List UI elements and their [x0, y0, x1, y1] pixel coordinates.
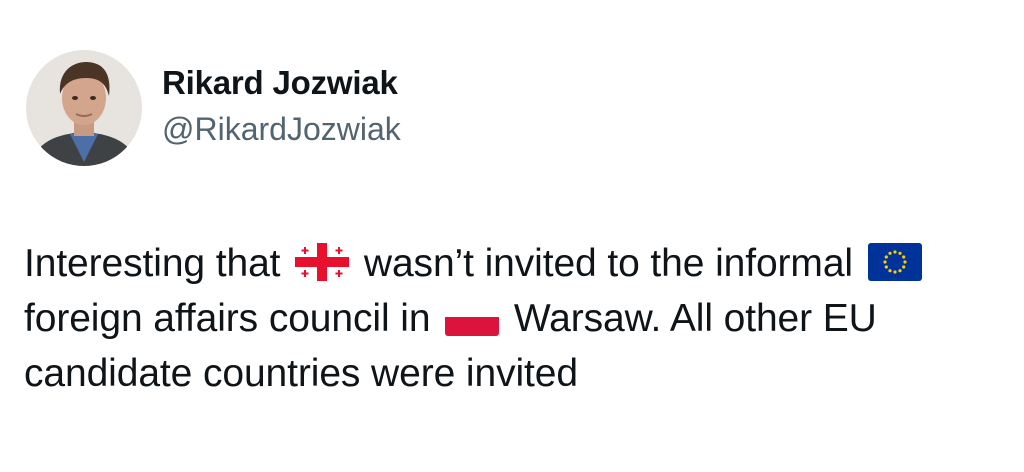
eu-flag-icon [867, 243, 922, 281]
poland-flag-icon [445, 298, 500, 336]
tweet-text-segment: wasn’t invited to the informal [363, 242, 853, 285]
tweet-text: Interesting that wasn’t invited to the i… [24, 236, 1014, 401]
author-handle[interactable]: @RikardJozwiak [162, 109, 401, 149]
tweet-text-segment: Interesting that [24, 242, 281, 285]
author-display-name[interactable]: Rikard Jozwiak [162, 63, 401, 103]
avatar[interactable] [26, 50, 142, 166]
avatar-icon [26, 50, 142, 166]
tweet-text-segment: foreign affairs council in [24, 297, 431, 340]
georgia-flag-icon [295, 243, 350, 281]
tweet-card: Rikard Jozwiak @RikardJozwiak Interestin… [0, 0, 1024, 472]
author-names: Rikard Jozwiak @RikardJozwiak [162, 63, 401, 149]
tweet-header: Rikard Jozwiak @RikardJozwiak [26, 50, 401, 166]
